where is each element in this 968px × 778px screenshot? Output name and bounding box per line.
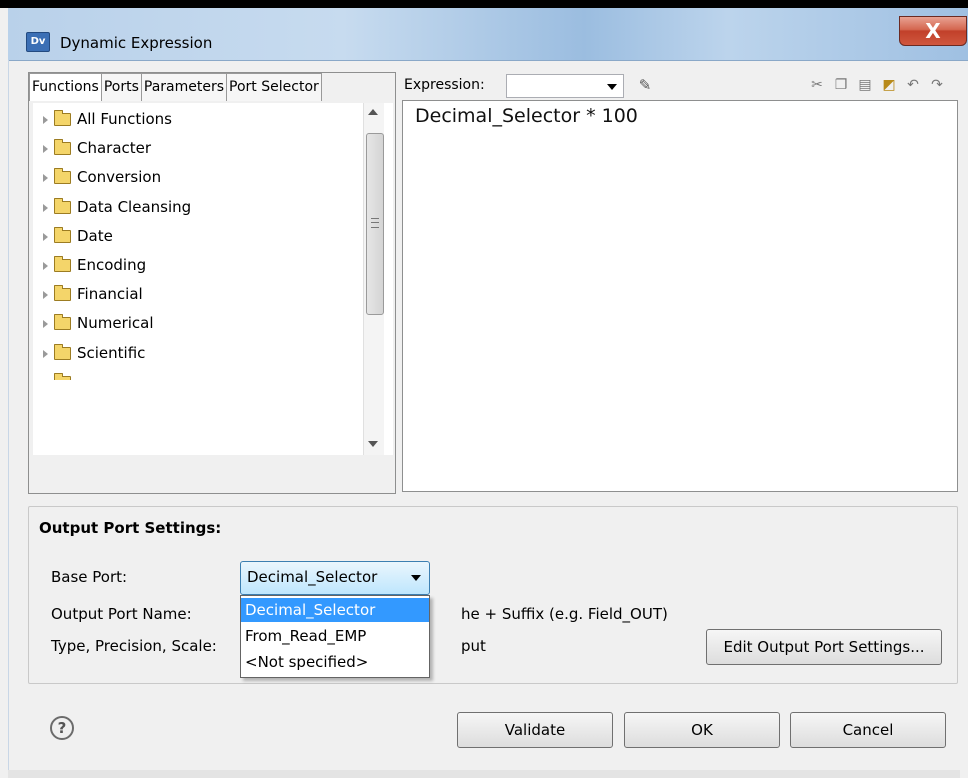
tree-item-label: Conversion xyxy=(77,168,162,186)
top-strip xyxy=(0,0,968,8)
expand-arrow-icon[interactable] xyxy=(43,319,48,328)
expression-text: Decimal_Selector * 100 xyxy=(415,105,638,127)
output-settings-heading: Output Port Settings: xyxy=(39,519,222,537)
paste-icon[interactable]: ▤ xyxy=(856,76,874,94)
tree-item-data-cleansing[interactable]: Data Cleansing xyxy=(43,195,191,219)
expression-label: Expression: xyxy=(404,77,485,93)
folder-icon xyxy=(54,168,71,184)
tab-port-selector[interactable]: Port Selector xyxy=(226,73,322,101)
tree-item-label: All Functions xyxy=(77,110,172,128)
scroll-down-arrow-icon[interactable] xyxy=(368,441,378,447)
title-bar[interactable]: Dv Dynamic Expression X xyxy=(8,8,968,61)
type-precision-scale-value: put xyxy=(461,637,486,655)
folder-icon xyxy=(54,227,71,243)
functions-panel: Functions Ports Parameters Port Selector… xyxy=(28,72,396,494)
tree-item-character[interactable]: Character xyxy=(43,136,151,160)
tree-item-label: Data Cleansing xyxy=(77,198,192,216)
tab-parameters[interactable]: Parameters xyxy=(140,73,228,101)
tree-item-encoding[interactable]: Encoding xyxy=(43,253,146,277)
app-icon: Dv xyxy=(26,32,50,52)
expand-arrow-icon[interactable] xyxy=(43,144,48,153)
output-port-settings: Output Port Settings: Base Port: Decimal… xyxy=(28,506,958,684)
folder-icon xyxy=(54,285,71,301)
folder-icon xyxy=(54,256,71,272)
base-port-value: Decimal_Selector xyxy=(247,568,378,586)
function-tree: All Functions Character Conversion Data … xyxy=(33,103,393,455)
expand-arrow-icon[interactable] xyxy=(43,290,48,299)
tab-bar: Functions Ports Parameters Port Selector xyxy=(29,73,395,101)
tree-item-all-functions[interactable]: All Functions xyxy=(43,107,172,131)
close-button[interactable]: X xyxy=(899,16,967,46)
validate-button[interactable]: Validate xyxy=(457,712,613,748)
tree-item-label: Numerical xyxy=(77,314,154,332)
scroll-thumb[interactable] xyxy=(366,133,384,315)
folder-icon xyxy=(54,344,71,360)
redo-icon[interactable]: ↷ xyxy=(928,76,946,94)
folder-icon xyxy=(54,373,71,380)
base-port-label: Base Port: xyxy=(51,568,128,586)
grip-icon xyxy=(371,218,379,228)
tab-ports[interactable]: Ports xyxy=(100,73,142,101)
dropdown-arrow-icon[interactable] xyxy=(411,575,421,581)
tree-item-partial xyxy=(43,370,77,380)
tree-item-label: Date xyxy=(77,227,113,245)
tree-item-conversion[interactable]: Conversion xyxy=(43,165,161,189)
base-port-select[interactable]: Decimal_Selector xyxy=(240,561,430,595)
cancel-button[interactable]: Cancel xyxy=(790,712,946,748)
dropdown-option-decimal-selector[interactable]: Decimal_Selector xyxy=(241,598,429,622)
expression-editor[interactable]: Decimal_Selector * 100 xyxy=(402,100,958,492)
expression-combo[interactable] xyxy=(506,74,624,98)
tree-item-label: Financial xyxy=(77,285,143,303)
expression-toolbar: Expression: ✎ ✂ ❐ ▤ ◩ ↶ ↷ xyxy=(400,72,956,100)
base-port-dropdown-list: Decimal_Selector From_Read_EMP <Not spec… xyxy=(240,595,430,678)
folder-icon xyxy=(54,110,71,126)
tree-item-numerical[interactable]: Numerical xyxy=(43,311,154,335)
tree-item-label: Character xyxy=(77,139,152,157)
insert-icon[interactable]: ◩ xyxy=(880,76,898,94)
ok-button[interactable]: OK xyxy=(624,712,780,748)
tree-item-label: Encoding xyxy=(77,256,147,274)
undo-icon[interactable]: ↶ xyxy=(904,76,922,94)
eraser-icon[interactable]: ✎ xyxy=(636,76,654,94)
folder-icon xyxy=(54,198,71,214)
dynamic-expression-dialog: Dv Dynamic Expression X Functions Ports … xyxy=(0,0,968,778)
tree-item-scientific[interactable]: Scientific xyxy=(43,341,145,365)
tab-functions[interactable]: Functions xyxy=(29,73,102,101)
expand-arrow-icon[interactable] xyxy=(43,173,48,182)
expand-arrow-icon[interactable] xyxy=(43,261,48,270)
bottom-edge xyxy=(8,770,960,778)
dropdown-option-not-specified[interactable]: <Not specified> xyxy=(241,650,429,674)
scroll-up-arrow-icon[interactable] xyxy=(368,109,378,115)
output-port-name-label: Output Port Name: xyxy=(51,605,192,623)
tree-item-label: Scientific xyxy=(77,344,146,362)
dropdown-option-from-read-emp[interactable]: From_Read_EMP xyxy=(241,624,429,648)
tree-item-financial[interactable]: Financial xyxy=(43,282,143,306)
copy-icon[interactable]: ❐ xyxy=(832,76,850,94)
expand-arrow-icon[interactable] xyxy=(43,203,48,212)
folder-icon xyxy=(54,139,71,155)
expand-arrow-icon[interactable] xyxy=(43,232,48,241)
tree-scrollbar[interactable] xyxy=(363,103,384,455)
cut-icon[interactable]: ✂ xyxy=(808,76,826,94)
edit-output-port-settings-button[interactable]: Edit Output Port Settings... xyxy=(706,629,942,665)
output-port-name-value: he + Suffix (e.g. Field_OUT) xyxy=(461,605,668,623)
expand-arrow-icon[interactable] xyxy=(43,349,48,358)
folder-icon xyxy=(54,314,71,330)
expand-arrow-icon[interactable] xyxy=(43,115,48,124)
dropdown-arrow-icon[interactable] xyxy=(607,84,617,90)
window-title: Dynamic Expression xyxy=(60,34,213,52)
tree-item-date[interactable]: Date xyxy=(43,224,113,248)
help-icon[interactable]: ? xyxy=(50,716,74,740)
type-precision-scale-label: Type, Precision, Scale: xyxy=(51,637,217,655)
